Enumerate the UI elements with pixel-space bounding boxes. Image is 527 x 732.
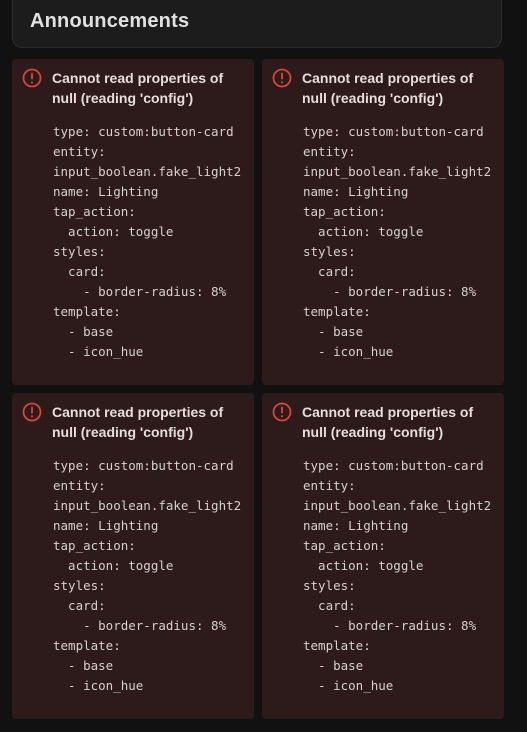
error-message: Cannot read properties of null (reading … [302, 70, 474, 106]
error-header: Cannot read properties of null (reading … [272, 68, 498, 108]
error-message: Cannot read properties of null (reading … [52, 404, 224, 440]
dashboard-page: Announcements Cannot read properties of … [0, 0, 527, 732]
error-header: Cannot read properties of null (reading … [22, 402, 248, 442]
error-config-yaml: type: custom:button-card entity: input_b… [303, 124, 492, 359]
error-message: Cannot read properties of null (reading … [52, 70, 224, 106]
error-config-yaml: type: custom:button-card entity: input_b… [303, 458, 492, 693]
error-card: Cannot read properties of null (reading … [12, 59, 254, 385]
error-header: Cannot read properties of null (reading … [22, 68, 248, 108]
error-card: Cannot read properties of null (reading … [262, 59, 504, 385]
alert-circle-icon [272, 68, 292, 88]
announcements-card: Announcements [12, 0, 502, 48]
error-header: Cannot read properties of null (reading … [272, 402, 498, 442]
error-card-grid: Cannot read properties of null (reading … [12, 59, 504, 719]
announcements-title: Announcements [30, 10, 190, 32]
error-config-yaml: type: custom:button-card entity: input_b… [53, 458, 242, 693]
error-config-yaml: type: custom:button-card entity: input_b… [53, 124, 242, 359]
alert-circle-icon [22, 68, 42, 88]
alert-circle-icon [272, 402, 292, 422]
error-card: Cannot read properties of null (reading … [262, 393, 504, 719]
error-card: Cannot read properties of null (reading … [12, 393, 254, 719]
alert-circle-icon [22, 402, 42, 422]
error-message: Cannot read properties of null (reading … [302, 404, 474, 440]
